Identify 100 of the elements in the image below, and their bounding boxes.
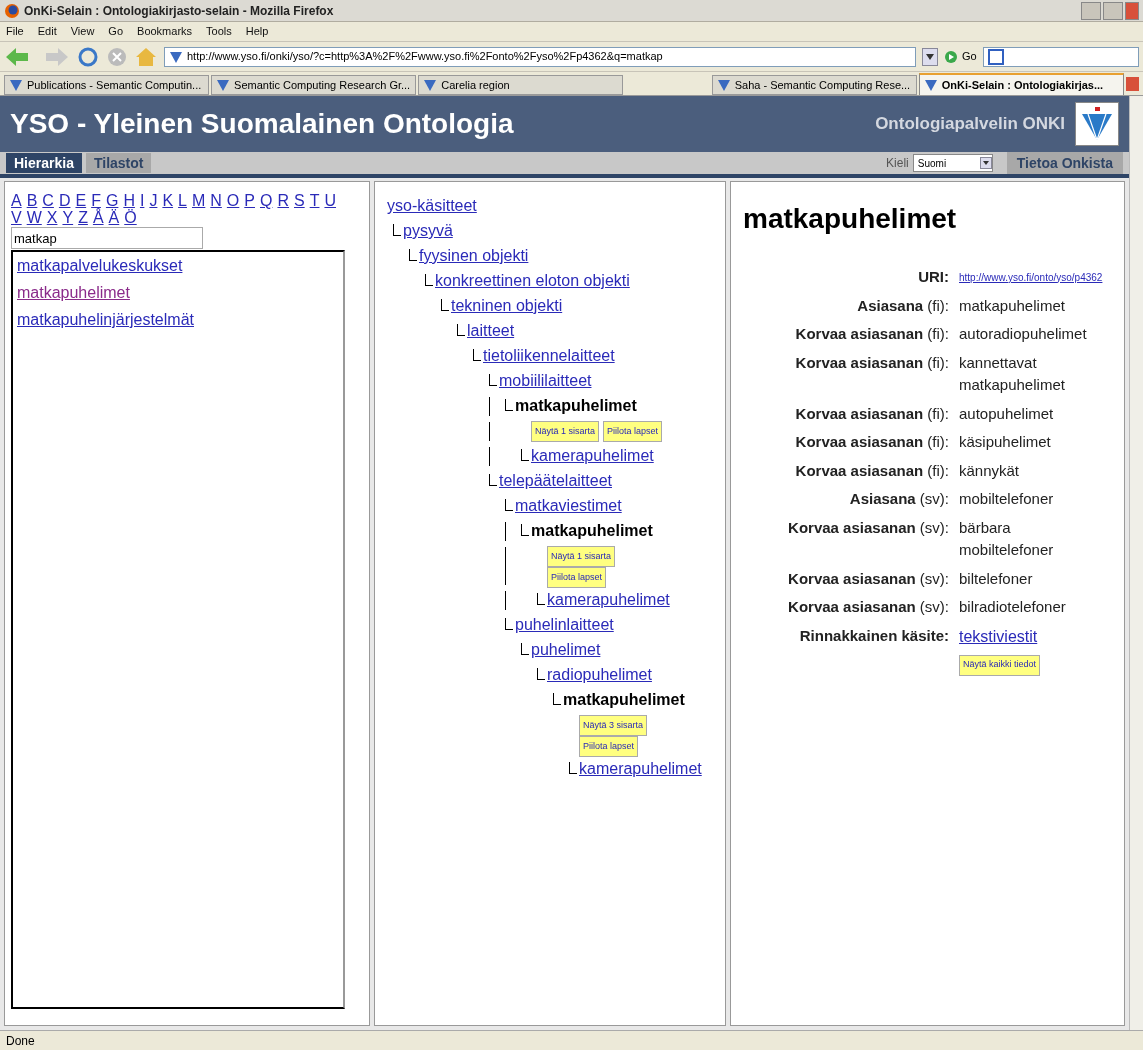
property-value: kännykät bbox=[959, 460, 1021, 481]
tree-link[interactable]: mobiililaitteet bbox=[499, 369, 592, 394]
property-label: Korvaa asiasanan (fi): bbox=[794, 352, 949, 373]
property-label: Korvaa asiasanan (fi): bbox=[794, 432, 949, 452]
result-link[interactable]: matkapuhelimet bbox=[17, 281, 130, 305]
current-concept: matkapuhelimet bbox=[515, 396, 637, 416]
letter-link[interactable]: H bbox=[123, 192, 135, 209]
letter-link[interactable]: K bbox=[162, 192, 174, 209]
property-value: bilradiotelefoner bbox=[959, 597, 1067, 617]
concept-link[interactable]: tekstiviestit bbox=[959, 624, 1038, 649]
letter-link[interactable]: M bbox=[191, 192, 206, 209]
action-button[interactable]: Piilota lapset bbox=[579, 736, 639, 757]
letter-link[interactable]: L bbox=[178, 192, 187, 209]
property-label: Korvaa asiasanan (fi): bbox=[794, 324, 949, 344]
letter-link[interactable]: G bbox=[105, 192, 119, 209]
show-all-button[interactable]: Näytä kaikki tiedot bbox=[959, 654, 1041, 676]
service-name: Ontologiapalvelin ONKI bbox=[875, 113, 1065, 136]
letter-link[interactable]: I bbox=[139, 192, 145, 209]
property-value: biltelefoner bbox=[959, 568, 1034, 589]
tree-link[interactable]: telepäätelaitteet bbox=[499, 469, 612, 494]
menu-item[interactable]: Edit bbox=[37, 23, 57, 40]
letter-link[interactable]: F bbox=[91, 192, 101, 209]
property-value: mobiltelefoner bbox=[959, 489, 1055, 509]
menu-item[interactable]: File bbox=[6, 23, 24, 40]
tree-link[interactable]: laitteet bbox=[467, 319, 515, 344]
letter-link[interactable]: U bbox=[324, 192, 336, 209]
letter-link[interactable]: Z bbox=[78, 209, 88, 226]
tree-link[interactable]: puhelimet bbox=[531, 638, 601, 663]
letter-link[interactable]: X bbox=[46, 209, 58, 226]
letter-link[interactable]: R bbox=[277, 192, 289, 209]
tree-link[interactable]: konkreettinen eloton objekti bbox=[435, 269, 630, 294]
tree-link[interactable]: tietoliikennelaitteet bbox=[483, 344, 615, 369]
action-button[interactable]: Näytä 1 sisarta bbox=[547, 546, 616, 567]
letter-link[interactable]: Å bbox=[92, 209, 104, 226]
property-value: matkapuhelimet bbox=[959, 295, 1066, 316]
language-label: Kieli bbox=[886, 155, 909, 172]
letter-link[interactable]: Q bbox=[260, 192, 273, 209]
tree-link[interactable]: matkaviestimet bbox=[515, 494, 622, 519]
property-label: Korvaa asiasanan (sv): bbox=[787, 568, 949, 589]
action-button[interactable]: Piilota lapset bbox=[547, 567, 607, 588]
site-title: YSO - Yleinen Suomalainen Ontologia bbox=[10, 107, 515, 141]
property-value: autoradiopuhelimet bbox=[959, 324, 1088, 344]
tree-link[interactable]: radiopuhelimet bbox=[547, 663, 652, 688]
result-link[interactable]: matkapalvelukeskukset bbox=[17, 254, 183, 278]
tree-link[interactable]: kamerapuhelimet bbox=[547, 588, 670, 613]
nav-tab[interactable]: Tilastot bbox=[85, 153, 152, 173]
browser-tab[interactable]: Saha - Semantic Computing Rese... bbox=[711, 75, 917, 95]
window-title: OnKi-Selain : Ontologiakirjasto-selain - Mozilla Firefox bbox=[24, 2, 335, 20]
tree-link[interactable]: puhelinlaitteet bbox=[515, 613, 614, 638]
letter-link[interactable]: Ö bbox=[124, 209, 137, 226]
language-select[interactable]: Suomi bbox=[912, 154, 993, 172]
tree-link[interactable]: fyysinen objekti bbox=[419, 244, 529, 269]
property-label: Korvaa asiasanan (fi): bbox=[794, 403, 949, 424]
letter-link[interactable]: T bbox=[309, 192, 320, 209]
letter-link[interactable]: O bbox=[226, 192, 240, 209]
menu-item[interactable]: Bookmarks bbox=[137, 23, 193, 40]
uri-link[interactable]: http://www.yso.fi/onto/yso/p4362 bbox=[959, 269, 1103, 285]
tree-link[interactable]: kamerapuhelimet bbox=[579, 757, 702, 782]
menu-item[interactable]: Help bbox=[245, 23, 269, 40]
letter-link[interactable]: B bbox=[26, 192, 38, 209]
current-concept: matkapuhelimet bbox=[531, 521, 653, 541]
search-field[interactable]: matkap bbox=[11, 227, 203, 249]
tree-link[interactable]: yso-käsitteet bbox=[387, 194, 477, 219]
property-value: käsipuhelimet bbox=[959, 432, 1052, 452]
letter-link[interactable]: Ä bbox=[108, 209, 120, 226]
letter-link[interactable]: D bbox=[58, 192, 71, 209]
about-button[interactable]: Tietoa Onkista bbox=[1006, 152, 1123, 174]
letter-link[interactable]: W bbox=[26, 209, 42, 226]
action-button[interactable]: Piilota lapset bbox=[603, 421, 663, 442]
action-button[interactable]: Näytä 1 sisarta bbox=[531, 421, 600, 442]
result-link[interactable]: matkapuhelinjärjestelmät bbox=[17, 308, 194, 332]
letter-link[interactable]: P bbox=[244, 192, 255, 209]
tree-link[interactable]: kamerapuhelimet bbox=[531, 444, 654, 469]
property-value: autopuhelimet bbox=[959, 403, 1055, 424]
browser-tab[interactable]: OnKi-Selain : Ontologiakirjas... bbox=[918, 73, 1124, 95]
menu-item[interactable]: Tools bbox=[206, 23, 232, 40]
property-label: Asiasana (sv): bbox=[848, 489, 949, 509]
letter-link[interactable]: N bbox=[210, 192, 222, 209]
letter-link[interactable]: S bbox=[294, 192, 305, 209]
letter-link[interactable]: V bbox=[11, 209, 22, 226]
tree-link[interactable]: pysyvä bbox=[403, 219, 453, 244]
property-label: Asiasana (fi): bbox=[856, 295, 949, 316]
action-button[interactable]: Näytä 3 sisarta bbox=[579, 715, 648, 736]
letter-link[interactable]: A bbox=[11, 192, 22, 209]
property-label: Korvaa asiasanan (sv): bbox=[787, 517, 949, 538]
browser-tab[interactable]: Semantic Computing Research Gr... bbox=[211, 75, 417, 95]
menu-item[interactable]: Go bbox=[108, 23, 124, 40]
property-label: Korvaa asiasanan (fi): bbox=[794, 460, 949, 481]
browser-tab[interactable]: Publications - Semantic Computin... bbox=[4, 75, 210, 95]
browser-tab[interactable]: Carelia region bbox=[418, 75, 624, 95]
menu-item[interactable]: View bbox=[70, 23, 95, 40]
letter-link[interactable]: E bbox=[75, 192, 87, 209]
address-field[interactable]: http://www.yso.fi/onki/yso/?c=http%3A%2F%2Fwww.yso.fi%2Fonto%2Fyso%2Fp4362&q=matkap bbox=[164, 46, 916, 67]
go-button[interactable]: Go bbox=[944, 48, 977, 65]
letter-link[interactable]: C bbox=[42, 192, 54, 209]
letter-link[interactable]: Y bbox=[62, 209, 74, 226]
nav-tab[interactable]: Hierarkia bbox=[6, 153, 82, 173]
tree-link[interactable]: tekninen objekti bbox=[451, 294, 563, 319]
letter-link[interactable]: J bbox=[149, 192, 158, 209]
property-label: Korvaa asiasanan (sv): bbox=[787, 597, 949, 617]
